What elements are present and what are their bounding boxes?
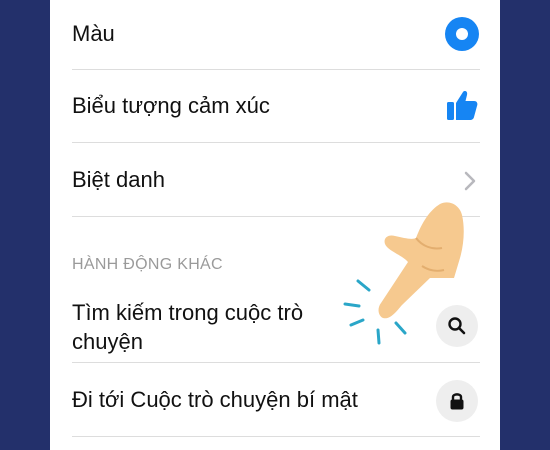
color-setting-label: Màu (72, 21, 115, 46)
divider (72, 142, 480, 143)
lock-icon (450, 393, 464, 410)
divider (72, 216, 480, 217)
divider (72, 362, 480, 363)
secret-conversation-label: Đi tới Cuộc trò chuyện bí mật (72, 387, 358, 412)
search-action-label-line2: chuyện (72, 329, 143, 354)
nickname-setting-label: Biệt danh (72, 167, 165, 192)
lock-icon-button[interactable] (436, 380, 478, 422)
conversation-settings-panel: Màu Biểu tượng cảm xúc Biệt danh HÀNH ĐỘ… (50, 0, 500, 450)
search-action-label-line1: Tìm kiếm trong cuộc trò (72, 300, 304, 325)
emoji-setting-row[interactable]: Biểu tượng cảm xúc (72, 92, 480, 122)
search-icon-button[interactable] (436, 305, 478, 347)
chevron-right-icon (464, 171, 476, 191)
search-icon (448, 317, 466, 335)
secret-conversation-row[interactable]: Đi tới Cuộc trò chuyện bí mật (72, 386, 480, 416)
tap-hand-icon (343, 202, 464, 345)
section-header-other-actions: HÀNH ĐỘNG KHÁC (72, 256, 223, 273)
divider (72, 69, 480, 70)
emoji-setting-label: Biểu tượng cảm xúc (72, 93, 270, 118)
divider (72, 436, 480, 437)
nickname-setting-row[interactable]: Biệt danh (72, 166, 480, 196)
thumbs-up-icon[interactable] (445, 88, 479, 122)
search-in-conversation-row[interactable]: Tìm kiếm trong cuộc trò chuyện (72, 296, 480, 356)
color-dot-icon[interactable] (445, 17, 479, 51)
color-setting-row[interactable]: Màu (72, 18, 480, 48)
